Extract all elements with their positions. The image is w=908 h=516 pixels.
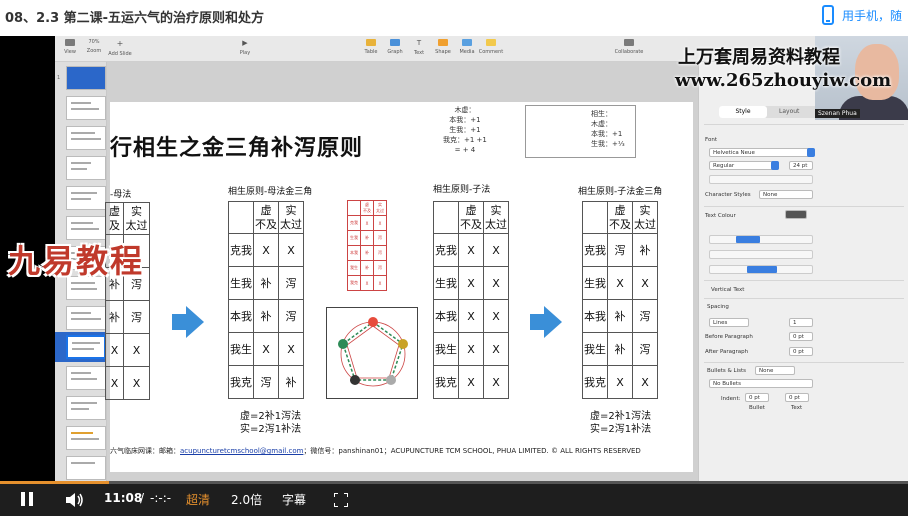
table-heading: -母法 xyxy=(110,190,132,200)
plus-icon: + xyxy=(116,39,124,48)
play-icon: ▶ xyxy=(242,39,248,47)
view-icon xyxy=(65,39,75,46)
volume-icon[interactable] xyxy=(66,492,84,507)
table-mother-partial[interactable]: 虚及实太过 补泻 补泻 XX XX xyxy=(105,202,150,400)
slide-thumbnail[interactable] xyxy=(66,126,106,150)
table-heading: 相生原则-子法金三角 xyxy=(578,187,663,197)
inspector-tabs: Style Layout xyxy=(719,106,819,118)
pause-icon[interactable] xyxy=(21,492,33,506)
slide-thumbnail[interactable] xyxy=(66,396,106,420)
slide-thumbnail[interactable] xyxy=(66,426,106,450)
table-heading: 相生原则-母法金三角 xyxy=(228,187,313,197)
logo-overlay: 九易教程 xyxy=(8,242,145,280)
bullet-type-select[interactable]: No Bullets xyxy=(709,379,813,388)
spacing-value-field[interactable]: 1 xyxy=(789,318,813,327)
duration: -:-:- xyxy=(150,491,172,505)
text-colour-swatch[interactable] xyxy=(785,210,807,219)
table-icon xyxy=(366,39,376,46)
slide-thumbnail[interactable]: 1 xyxy=(57,66,106,90)
table-heading: 相生原则-子法 xyxy=(433,185,491,195)
media-icon xyxy=(462,39,472,46)
font-size-field[interactable]: 24 pt xyxy=(789,161,813,170)
tab-style[interactable]: Style xyxy=(719,106,767,118)
slide-canvas: 行相生之金三角补泻原则 木虚： 本我：+1 生我：+1 我克：+1 +1 = +… xyxy=(105,62,698,481)
indent-bullet-field[interactable]: 0 pt xyxy=(745,393,769,402)
slide-thumbnail[interactable] xyxy=(66,96,106,120)
add-slide-button[interactable]: + Add Slide xyxy=(105,39,135,57)
shape-icon xyxy=(438,39,448,46)
text-style-buttons[interactable] xyxy=(709,175,813,184)
collaborate-button[interactable]: Collaborate xyxy=(609,39,649,55)
after-paragraph-field[interactable]: 0 pt xyxy=(789,347,813,356)
progress-bar[interactable] xyxy=(0,481,908,484)
current-time: 11:08 xyxy=(104,491,143,505)
watermark-text: 上万套周易资料教程 xyxy=(678,47,840,68)
spacing-mode-select[interactable]: Lines xyxy=(709,318,749,327)
character-styles-select[interactable]: None xyxy=(759,190,813,199)
video-player[interactable]: View 70% Zoom + Add Slide ▶ Play Table Grap… xyxy=(0,36,908,516)
font-name-select[interactable]: Helvetica Neue xyxy=(709,148,813,157)
five-elements-wheel-icon xyxy=(338,317,408,387)
before-paragraph-field[interactable]: 0 pt xyxy=(789,332,813,341)
slide-thumbnail[interactable] xyxy=(66,156,106,180)
slide-thumbnail-selected[interactable] xyxy=(66,335,106,359)
slide-footer[interactable]: 六气临床网课：邮箱：acupuncturetcmschool@gmail.com… xyxy=(110,446,641,456)
slide-thumbnail[interactable] xyxy=(66,186,106,210)
note-right[interactable]: 相生： 木虚： 本我：+1 生我：+⅓ xyxy=(525,105,636,158)
presenter-name: Szenan Phua xyxy=(815,109,860,118)
slide-title[interactable]: 行相生之金三角补泻原则 xyxy=(110,130,363,162)
table-mother-triangle[interactable]: 虚不及实太过 克我 X X 生我补泻 本我补泻 我生 X X 我克泻补 xyxy=(228,201,304,399)
fullscreen-icon[interactable] xyxy=(333,492,349,508)
quality-button[interactable]: 超清 xyxy=(186,491,210,508)
five-elements-diagram[interactable] xyxy=(326,307,418,399)
table-child[interactable]: 虚不及实太过 克我 X X 生我 X X 本我 X X 我生 X X 我克 X X xyxy=(433,201,509,399)
phone-icon xyxy=(822,5,834,25)
speed-button[interactable]: 2.0倍 xyxy=(231,491,262,508)
note-left[interactable]: 木虚： 本我：+1 生我：+1 我克：+1 +1 = + 4 xyxy=(443,105,487,155)
chevron-down-icon xyxy=(807,148,815,157)
format-inspector: Style Layout Font Helvetica Neue Regular… xyxy=(698,62,908,481)
progress-fill xyxy=(0,481,109,484)
collaborate-icon xyxy=(624,39,634,46)
mobile-link[interactable]: 用手机，随 xyxy=(822,5,902,25)
page-header: 08、2.3 第二课-五运六气的治疗原则和处方 用手机，随 xyxy=(0,0,908,36)
subtitle-button[interactable]: 字幕 xyxy=(282,491,306,508)
indent-buttons[interactable] xyxy=(709,250,813,259)
vertical-text-checkbox[interactable]: Vertical Text xyxy=(711,287,744,293)
comment-button[interactable]: Comment xyxy=(476,39,506,55)
tab-layout[interactable]: Layout xyxy=(779,106,799,118)
play-button[interactable]: ▶ Play xyxy=(230,39,260,56)
font-weight-select[interactable]: Regular xyxy=(709,161,779,170)
vertical-align-buttons[interactable] xyxy=(709,265,813,274)
formula-left[interactable]: 虚=2补1泻法 实=2泻1补法 xyxy=(240,410,301,436)
graph-icon xyxy=(390,39,400,46)
keynote-window: View 70% Zoom + Add Slide ▶ Play Table Grap… xyxy=(55,36,908,481)
formula-right[interactable]: 虚=2补1泻法 实=2泻1补法 xyxy=(590,410,651,436)
mobile-link-label: 用手机，随 xyxy=(842,8,903,23)
alignment-buttons[interactable] xyxy=(709,235,813,244)
player-controls: 11:08 / -:-:- 超清 2.0倍 字幕 xyxy=(0,481,908,516)
indent-text-field[interactable]: 0 pt xyxy=(785,393,809,402)
bullets-select[interactable]: None xyxy=(755,366,795,375)
comment-icon xyxy=(486,39,496,46)
time-separator: / xyxy=(140,491,145,505)
watermark-url: www.265zhouyiw.com xyxy=(675,70,892,91)
slide-thumbnail[interactable] xyxy=(66,366,106,390)
slide-thumbnail[interactable] xyxy=(66,306,106,330)
footer-email: acupuncturetcmschool@gmail.com xyxy=(180,447,304,455)
chevron-down-icon xyxy=(771,161,779,170)
course-title: 08、2.3 第二课-五运六气的治疗原则和处方 xyxy=(5,11,265,26)
slide-thumbnail[interactable] xyxy=(66,456,106,480)
table-child-triangle[interactable]: 虚不及实太过 克我泻补 生我 X X 本我补泻 我生补泻 我克 X X xyxy=(582,201,658,399)
slide[interactable]: 行相生之金三角补泻原则 木虚： 本我：+1 生我：+1 我克：+1 +1 = +… xyxy=(105,102,693,472)
mini-reference-table[interactable]: 虚不及实太过 克我 X X 生我补泻 本我补泻 我生补泻 我克 X X xyxy=(347,200,387,291)
